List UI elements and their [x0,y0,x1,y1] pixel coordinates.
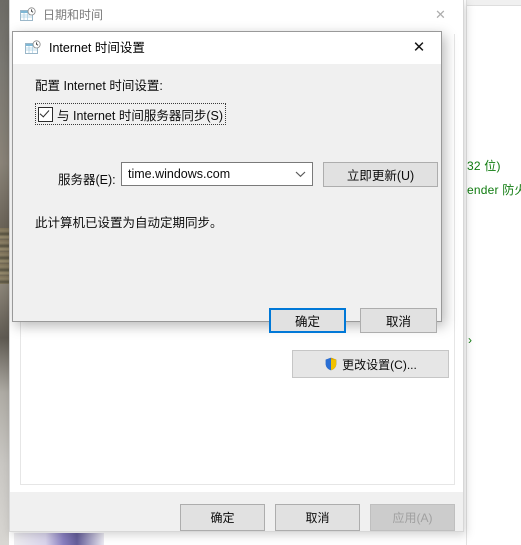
configure-label: 配置 Internet 时间设置: [35,79,163,93]
sync-with-server-checkbox[interactable]: 与 Internet 时间服务器同步(S) [35,103,226,125]
background-text-fragment-1: 32 位) [467,159,501,173]
date-time-titlebar[interactable]: 日期和时间 ✕ [10,0,463,31]
server-label: 服务器(E): [58,173,116,187]
chevron-down-icon[interactable] [288,170,312,178]
shield-icon [325,357,337,371]
update-now-button[interactable]: 立即更新(U) [323,162,438,187]
internet-time-dialog-title: Internet 时间设置 [49,41,145,55]
change-settings-button[interactable]: 更改设置(C)... [292,350,449,378]
server-combobox[interactable]: time.windows.com [121,162,313,186]
desktop-wallpaper-sliver [0,228,9,284]
change-settings-label: 更改设置(C)... [342,357,417,372]
apply-button: 应用(A) [370,504,455,531]
cancel-button[interactable]: 取消 [275,504,360,531]
background-text-fragment-2: ender 防火墙 [467,183,521,197]
background-window-header [467,0,521,6]
server-value: time.windows.com [128,167,231,181]
background-chevron-icon: › [468,333,472,347]
sync-with-server-label: 与 Internet 时间服务器同步(S) [57,108,223,123]
ok-button[interactable]: 确定 [180,504,265,531]
internet-time-settings-dialog: Internet 时间设置 ✕ 配置 Internet 时间设置: 与 Inte… [12,31,442,333]
screen: 32 位) ender 防火墙 › 日期和时间 ✕ [0,0,521,545]
close-icon[interactable]: ✕ [418,0,463,29]
date-time-icon [20,7,36,21]
desktop-taskbar-sliver [14,533,104,545]
background-window[interactable] [466,0,521,545]
date-time-window-title: 日期和时间 [43,8,104,22]
modal-ok-button[interactable]: 确定 [269,308,346,333]
modal-cancel-button[interactable]: 取消 [360,308,437,333]
internet-time-dialog-body [13,64,441,320]
internet-time-titlebar[interactable]: Internet 时间设置 ✕ [13,32,441,64]
close-icon[interactable]: ✕ [397,32,441,63]
date-time-icon [25,40,41,54]
sync-status-text: 此计算机已设置为自动定期同步。 [35,216,223,230]
checkbox-indicator[interactable] [38,106,53,122]
